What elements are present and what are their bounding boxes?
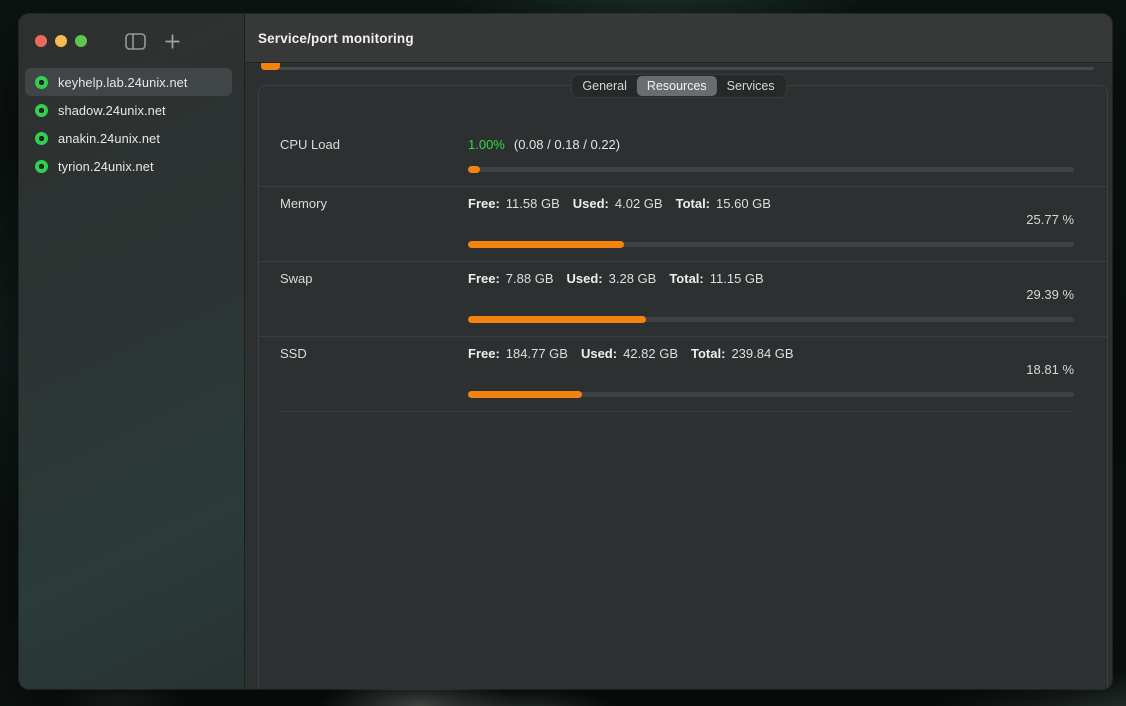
close-button[interactable] <box>35 35 47 47</box>
ssd-row: SSD Free: 184.77 GB Used: 42.82 GB Total… <box>259 336 1107 411</box>
progressbar-fill <box>468 316 646 323</box>
cpu-load-label: CPU Load <box>280 137 468 153</box>
scrolled-progressbar-track <box>261 67 1094 70</box>
tab-resources[interactable]: Resources <box>637 76 717 96</box>
tab-general[interactable]: General <box>572 76 636 96</box>
used-value: 3.28 GB <box>609 271 657 287</box>
memory-percent: 25.77 % <box>280 212 1074 228</box>
status-online-icon <box>35 104 48 117</box>
total-value: 239.84 GB <box>731 346 793 362</box>
free-value: 7.88 GB <box>506 271 554 287</box>
free-key: Free: <box>468 196 500 212</box>
sidebar-item-tyrion[interactable]: tyrion.24unix.net <box>25 152 232 180</box>
memory-label: Memory <box>280 196 468 212</box>
swap-row: Swap Free: 7.88 GB Used: 3.28 GB Total: … <box>259 261 1107 336</box>
swap-percent: 29.39 % <box>280 287 1074 303</box>
used-key: Used: <box>573 196 609 212</box>
progressbar-fill <box>468 241 624 248</box>
tab-bar: General Resources Services <box>570 74 786 98</box>
sidebar: keyhelp.lab.24unix.net shadow.24unix.net… <box>19 14 245 689</box>
swap-progressbar <box>468 316 1074 323</box>
progressbar-fill <box>468 391 582 398</box>
ssd-progressbar <box>468 391 1074 398</box>
memory-progressbar <box>468 241 1074 248</box>
page-title: Service/port monitoring <box>258 31 414 46</box>
memory-stats: Free: 11.58 GB Used: 4.02 GB Total: 15.6… <box>468 196 784 212</box>
ssd-label: SSD <box>280 346 468 362</box>
titlebar: Service/port monitoring <box>245 14 1112 63</box>
server-label: keyhelp.lab.24unix.net <box>58 75 188 90</box>
free-key: Free: <box>468 271 500 287</box>
main-panel: Service/port monitoring General Resource… <box>245 14 1112 689</box>
scrolled-progressbar-fill <box>261 63 280 70</box>
cpu-load-value: 1.00% <box>468 137 505 153</box>
used-value: 42.82 GB <box>623 346 678 362</box>
sidebar-header <box>19 14 244 68</box>
ssd-stats: Free: 184.77 GB Used: 42.82 GB Total: 23… <box>468 346 807 362</box>
add-server-button[interactable] <box>164 33 181 50</box>
zoom-button[interactable] <box>75 35 87 47</box>
status-online-icon <box>35 132 48 145</box>
used-key: Used: <box>581 346 617 362</box>
progressbar-fill <box>468 166 480 173</box>
sidebar-item-anakin[interactable]: anakin.24unix.net <box>25 124 232 152</box>
free-key: Free: <box>468 346 500 362</box>
tab-services[interactable]: Services <box>717 76 785 96</box>
server-label: tyrion.24unix.net <box>58 159 154 174</box>
section-divider <box>280 411 1074 412</box>
used-value: 4.02 GB <box>615 196 663 212</box>
server-list: keyhelp.lab.24unix.net shadow.24unix.net… <box>19 68 244 180</box>
status-online-icon <box>35 160 48 173</box>
total-key: Total: <box>676 196 710 212</box>
sidebar-item-shadow[interactable]: shadow.24unix.net <box>25 96 232 124</box>
total-key: Total: <box>669 271 703 287</box>
memory-row: Memory Free: 11.58 GB Used: 4.02 GB Tota… <box>259 186 1107 261</box>
free-value: 11.58 GB <box>506 196 560 212</box>
free-value: 184.77 GB <box>506 346 568 362</box>
total-key: Total: <box>691 346 725 362</box>
total-value: 11.15 GB <box>710 271 764 287</box>
swap-label: Swap <box>280 271 468 287</box>
cpu-load-averages: (0.08 / 0.18 / 0.22) <box>514 137 620 153</box>
server-label: anakin.24unix.net <box>58 131 160 146</box>
sidebar-item-keyhelp[interactable]: keyhelp.lab.24unix.net <box>25 68 232 96</box>
used-key: Used: <box>567 271 603 287</box>
ssd-percent: 18.81 % <box>280 362 1074 378</box>
progressbar-track <box>468 167 1074 172</box>
app-window: keyhelp.lab.24unix.net shadow.24unix.net… <box>19 14 1112 689</box>
sidebar-toggle-icon[interactable] <box>125 33 146 50</box>
server-label: shadow.24unix.net <box>58 103 166 118</box>
resources-groupbox: CPU Load 1.00% (0.08 / 0.18 / 0.22) Memo… <box>258 85 1108 689</box>
cpu-load-row: CPU Load 1.00% (0.08 / 0.18 / 0.22) <box>259 86 1107 186</box>
status-online-icon <box>35 76 48 89</box>
cpu-progressbar <box>468 166 1074 173</box>
total-value: 15.60 GB <box>716 196 771 212</box>
swap-stats: Free: 7.88 GB Used: 3.28 GB Total: 11.15… <box>468 271 777 287</box>
minimize-button[interactable] <box>55 35 67 47</box>
content-area: General Resources Services CPU Load 1.00… <box>245 63 1112 689</box>
